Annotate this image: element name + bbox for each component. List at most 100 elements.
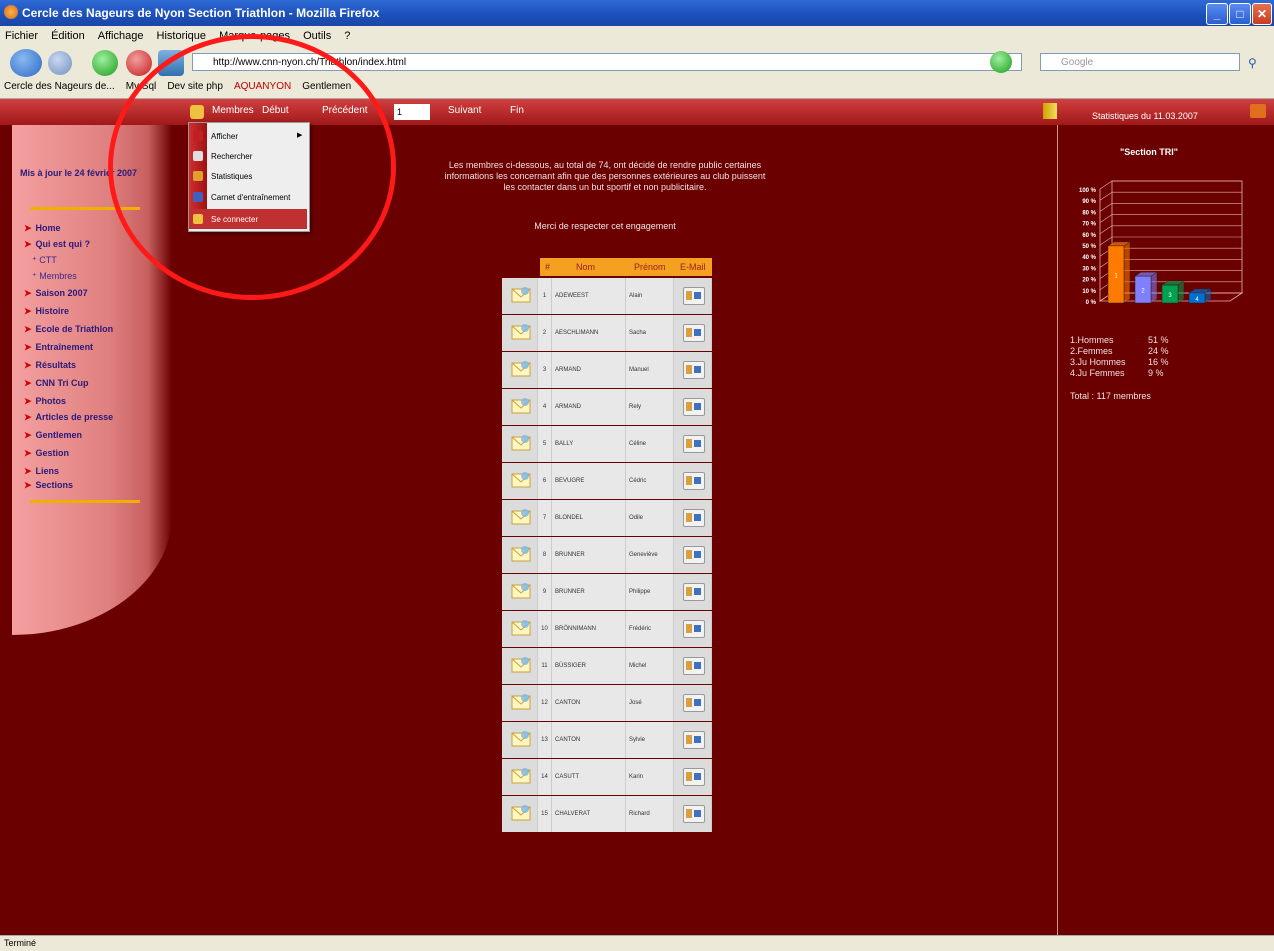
forward-button[interactable] [48,51,72,75]
email-cell[interactable] [674,759,712,795]
close-button[interactable]: ✕ [1252,3,1272,25]
sidebar-item-articles[interactable]: ➤ Articles de presse [24,412,113,423]
minimize-button[interactable]: _ [1206,3,1228,25]
sidebar-subitem-membres[interactable]: ⁺ Membres [32,271,77,282]
vcard-cell[interactable] [502,537,538,573]
vcard-cell[interactable] [502,796,538,832]
sidebar-item-cnn-tri-cup[interactable]: ➤ CNN Tri Cup [24,378,89,389]
vcard-cell[interactable] [502,426,538,462]
vcard-cell[interactable] [502,463,538,499]
go-button[interactable] [990,51,1012,73]
envelope-icon[interactable] [511,286,531,304]
contact-card-icon[interactable] [683,657,705,675]
email-cell[interactable] [674,648,712,684]
email-cell[interactable] [674,463,712,499]
sidebar-item-resultats[interactable]: ➤ Résultats [24,360,76,371]
stat-label: 1.Hommes [1070,335,1114,345]
sidebar-item-entrainement[interactable]: ➤ Entraînement [24,342,93,353]
reload-button[interactable] [92,50,118,76]
search-input[interactable]: Google [1040,53,1240,71]
email-cell[interactable] [674,315,712,351]
exit-icon[interactable] [1250,104,1266,118]
contact-card-icon[interactable] [683,583,705,601]
email-cell[interactable] [674,278,712,314]
sidebar-item-saison[interactable]: ➤ Saison 2007 [24,288,88,299]
vcard-cell[interactable] [502,648,538,684]
sidebar-item-home[interactable]: ➤ Home [24,223,61,234]
envelope-icon[interactable] [511,656,531,674]
vcard-cell[interactable] [502,574,538,610]
maximize-button[interactable]: □ [1229,3,1251,25]
envelope-icon[interactable] [511,323,531,341]
envelope-icon[interactable] [511,397,531,415]
back-button[interactable] [10,49,42,77]
contact-card-icon[interactable] [683,324,705,342]
vcard-cell[interactable] [502,611,538,647]
stats-icon[interactable] [1043,103,1057,119]
sidebar-item-qui-est-qui[interactable]: ➤ Qui est qui ? [24,239,90,250]
envelope-icon[interactable] [511,730,531,748]
email-cell[interactable] [674,352,712,388]
email-cell[interactable] [674,537,712,573]
envelope-icon[interactable] [511,767,531,785]
envelope-icon[interactable] [511,619,531,637]
email-cell[interactable] [674,722,712,758]
email-cell[interactable] [674,611,712,647]
envelope-icon[interactable] [511,360,531,378]
vcard-cell[interactable] [502,500,538,536]
envelope-icon[interactable] [511,471,531,489]
menu-fichier[interactable]: Fichier [0,26,43,46]
header-nom[interactable]: Nom [576,262,595,272]
sidebar-subitem-ctt[interactable]: ⁺ CTT [32,255,57,266]
email-cell[interactable] [674,685,712,721]
menu-edition[interactable]: Édition [46,26,90,46]
email-cell[interactable] [674,426,712,462]
sidebar-item-gentlemen[interactable]: ➤ Gentlemen [24,430,82,441]
menu-affichage[interactable]: Affichage [93,26,149,46]
vcard-cell[interactable] [502,352,538,388]
search-icon[interactable]: ⚲ [1248,56,1257,70]
bookmark-item[interactable]: Cercle des Nageurs de... [0,78,119,95]
envelope-icon[interactable] [511,804,531,822]
vcard-cell[interactable] [502,759,538,795]
contact-card-icon[interactable] [683,435,705,453]
menu-help[interactable]: ? [339,26,355,46]
envelope-icon[interactable] [511,545,531,563]
sidebar-item-gestion[interactable]: ➤ Gestion [24,448,69,459]
email-cell[interactable] [674,574,712,610]
contact-card-icon[interactable] [683,694,705,712]
contact-card-icon[interactable] [683,509,705,527]
contact-card-icon[interactable] [683,768,705,786]
email-cell[interactable] [674,500,712,536]
email-cell[interactable] [674,389,712,425]
nav-suivant[interactable]: Suivant [448,105,481,116]
contact-card-icon[interactable] [683,361,705,379]
contact-card-icon[interactable] [683,546,705,564]
sidebar-item-histoire[interactable]: ➤ Histoire [24,306,69,317]
vcard-cell[interactable] [502,685,538,721]
envelope-icon[interactable] [511,508,531,526]
sidebar-item-ecole[interactable]: ➤ Ecole de Triathlon [24,324,113,335]
contact-card-icon[interactable] [683,398,705,416]
email-cell[interactable] [674,796,712,832]
stop-button[interactable] [126,50,152,76]
contact-card-icon[interactable] [683,620,705,638]
nav-fin[interactable]: Fin [510,105,524,116]
contact-card-icon[interactable] [683,472,705,490]
contact-card-icon[interactable] [683,805,705,823]
contact-card-icon[interactable] [683,287,705,305]
vcard-cell[interactable] [502,315,538,351]
sidebar-item-photos[interactable]: ➤ Photos [24,396,66,407]
envelope-icon[interactable] [511,693,531,711]
page-number-input[interactable]: 1 [394,104,430,120]
stats-link[interactable]: Statistiques du 11.03.2007 [1092,111,1198,121]
sidebar-item-sections[interactable]: ➤ Sections [24,480,73,491]
contact-card-icon[interactable] [683,731,705,749]
vcard-cell[interactable] [502,389,538,425]
sidebar-item-liens[interactable]: ➤ Liens [24,466,59,477]
envelope-icon[interactable] [511,434,531,452]
vcard-cell[interactable] [502,722,538,758]
vcard-cell[interactable] [502,278,538,314]
envelope-icon[interactable] [511,582,531,600]
header-prenom[interactable]: Prénom [634,262,666,272]
